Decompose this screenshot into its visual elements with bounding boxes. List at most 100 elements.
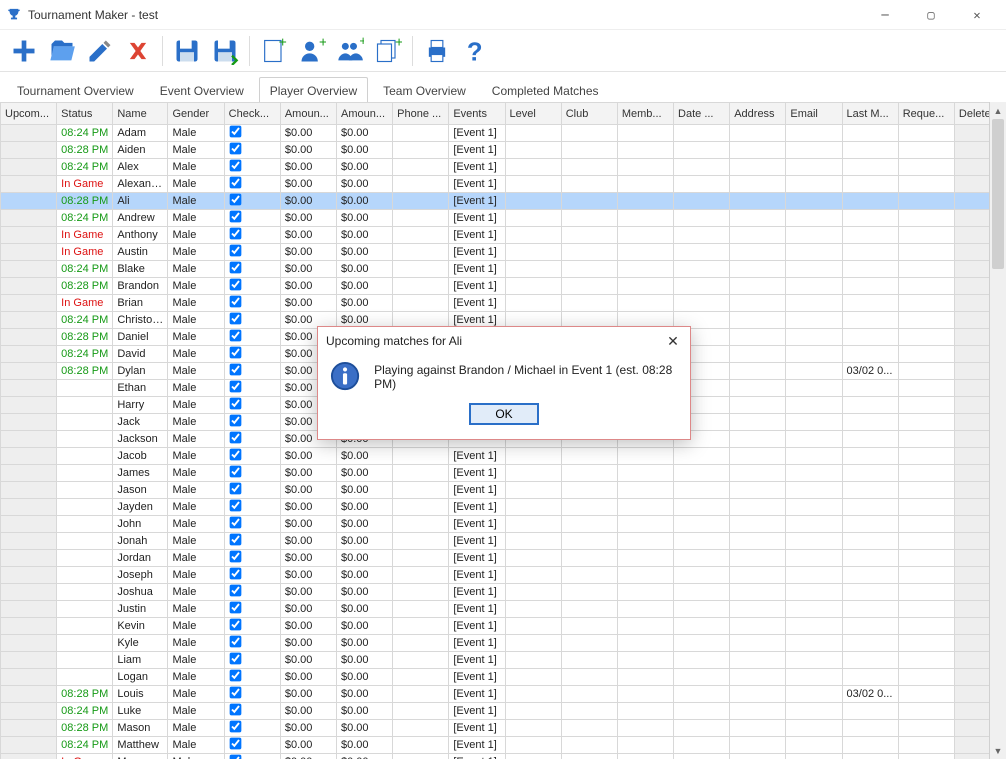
column-header[interactable]: Memb... xyxy=(617,103,673,125)
checked-cell[interactable] xyxy=(224,754,280,759)
column-header[interactable]: Check... xyxy=(224,103,280,125)
ok-button[interactable]: OK xyxy=(469,403,539,425)
table-row[interactable]: JohnMale$0.00$0.00[Event 1] xyxy=(1,516,1006,533)
table-row[interactable]: JosephMale$0.00$0.00[Event 1] xyxy=(1,567,1006,584)
close-button[interactable]: ✕ xyxy=(954,0,1000,30)
checked-cell[interactable] xyxy=(224,635,280,652)
upcoming-cell[interactable] xyxy=(1,227,57,244)
checked-cell[interactable] xyxy=(224,584,280,601)
upcoming-cell[interactable] xyxy=(1,482,57,499)
table-row[interactable]: 08:28 PMAliMale$0.00$0.00[Event 1] xyxy=(1,193,1006,210)
tab-team-overview[interactable]: Team Overview xyxy=(372,77,477,104)
add-team-button[interactable]: + xyxy=(332,33,368,69)
checked-checkbox[interactable] xyxy=(229,483,241,495)
add-button[interactable] xyxy=(6,33,42,69)
upcoming-cell[interactable] xyxy=(1,635,57,652)
save-as-button[interactable] xyxy=(207,33,243,69)
checked-checkbox[interactable] xyxy=(229,279,241,291)
new-event-button[interactable]: + xyxy=(256,33,292,69)
checked-cell[interactable] xyxy=(224,482,280,499)
table-row[interactable]: In GameMaxMale$0.00$0.00[Event 1] xyxy=(1,754,1006,759)
add-player-button[interactable]: + xyxy=(294,33,330,69)
upcoming-cell[interactable] xyxy=(1,448,57,465)
column-header[interactable]: Status xyxy=(57,103,113,125)
checked-checkbox[interactable] xyxy=(229,432,241,444)
maximize-button[interactable]: ▢ xyxy=(908,0,954,30)
checked-checkbox[interactable] xyxy=(229,143,241,155)
checked-cell[interactable] xyxy=(224,159,280,176)
table-row[interactable]: LiamMale$0.00$0.00[Event 1] xyxy=(1,652,1006,669)
checked-cell[interactable] xyxy=(224,193,280,210)
checked-cell[interactable] xyxy=(224,278,280,295)
checked-cell[interactable] xyxy=(224,414,280,431)
checked-checkbox[interactable] xyxy=(229,551,241,563)
upcoming-cell[interactable] xyxy=(1,380,57,397)
copy-button[interactable]: + xyxy=(370,33,406,69)
table-row[interactable]: KevinMale$0.00$0.00[Event 1] xyxy=(1,618,1006,635)
table-row[interactable]: JordanMale$0.00$0.00[Event 1] xyxy=(1,550,1006,567)
upcoming-cell[interactable] xyxy=(1,669,57,686)
checked-checkbox[interactable] xyxy=(229,381,241,393)
scroll-thumb[interactable] xyxy=(992,119,1004,269)
checked-cell[interactable] xyxy=(224,380,280,397)
upcoming-cell[interactable] xyxy=(1,312,57,329)
checked-cell[interactable] xyxy=(224,465,280,482)
upcoming-cell[interactable] xyxy=(1,516,57,533)
scroll-up-arrow-icon[interactable]: ▲ xyxy=(990,102,1006,119)
column-header[interactable]: Gender xyxy=(168,103,224,125)
checked-checkbox[interactable] xyxy=(229,126,241,138)
upcoming-cell[interactable] xyxy=(1,567,57,584)
upcoming-cell[interactable] xyxy=(1,737,57,754)
column-header[interactable]: Reque... xyxy=(898,103,954,125)
table-row[interactable]: 08:28 PMLouisMale$0.00$0.00[Event 1]03/0… xyxy=(1,686,1006,703)
table-row[interactable]: JacobMale$0.00$0.00[Event 1] xyxy=(1,448,1006,465)
checked-checkbox[interactable] xyxy=(229,568,241,580)
checked-checkbox[interactable] xyxy=(229,364,241,376)
checked-checkbox[interactable] xyxy=(229,653,241,665)
checked-cell[interactable] xyxy=(224,686,280,703)
checked-checkbox[interactable] xyxy=(229,738,241,750)
column-header[interactable]: Date ... xyxy=(674,103,730,125)
help-button[interactable]: ? xyxy=(457,33,493,69)
upcoming-cell[interactable] xyxy=(1,601,57,618)
tab-player-overview[interactable]: Player Overview xyxy=(259,77,368,104)
checked-checkbox[interactable] xyxy=(229,534,241,546)
table-row[interactable]: 08:28 PMAidenMale$0.00$0.00[Event 1] xyxy=(1,142,1006,159)
checked-checkbox[interactable] xyxy=(229,755,241,759)
checked-checkbox[interactable] xyxy=(229,347,241,359)
column-header[interactable]: Phone ... xyxy=(393,103,449,125)
table-row[interactable]: JaydenMale$0.00$0.00[Event 1] xyxy=(1,499,1006,516)
checked-cell[interactable] xyxy=(224,346,280,363)
checked-checkbox[interactable] xyxy=(229,619,241,631)
checked-checkbox[interactable] xyxy=(229,245,241,257)
checked-cell[interactable] xyxy=(224,652,280,669)
checked-checkbox[interactable] xyxy=(229,313,241,325)
column-header[interactable]: Upcom... xyxy=(1,103,57,125)
checked-cell[interactable] xyxy=(224,142,280,159)
checked-cell[interactable] xyxy=(224,737,280,754)
upcoming-cell[interactable] xyxy=(1,329,57,346)
edit-button[interactable] xyxy=(82,33,118,69)
upcoming-cell[interactable] xyxy=(1,193,57,210)
print-button[interactable] xyxy=(419,33,455,69)
checked-cell[interactable] xyxy=(224,397,280,414)
tab-completed-matches[interactable]: Completed Matches xyxy=(481,77,610,104)
checked-cell[interactable] xyxy=(224,244,280,261)
table-row[interactable]: LoganMale$0.00$0.00[Event 1] xyxy=(1,669,1006,686)
checked-cell[interactable] xyxy=(224,210,280,227)
upcoming-cell[interactable] xyxy=(1,125,57,142)
upcoming-cell[interactable] xyxy=(1,210,57,227)
checked-checkbox[interactable] xyxy=(229,211,241,223)
checked-cell[interactable] xyxy=(224,550,280,567)
checked-checkbox[interactable] xyxy=(229,721,241,733)
upcoming-cell[interactable] xyxy=(1,652,57,669)
dialog-close-button[interactable]: ✕ xyxy=(664,332,682,350)
checked-cell[interactable] xyxy=(224,533,280,550)
upcoming-cell[interactable] xyxy=(1,142,57,159)
table-row[interactable]: JoshuaMale$0.00$0.00[Event 1] xyxy=(1,584,1006,601)
table-row[interactable]: 08:28 PMBrandonMale$0.00$0.00[Event 1] xyxy=(1,278,1006,295)
save-button[interactable] xyxy=(169,33,205,69)
upcoming-cell[interactable] xyxy=(1,754,57,759)
checked-cell[interactable] xyxy=(224,261,280,278)
checked-checkbox[interactable] xyxy=(229,160,241,172)
